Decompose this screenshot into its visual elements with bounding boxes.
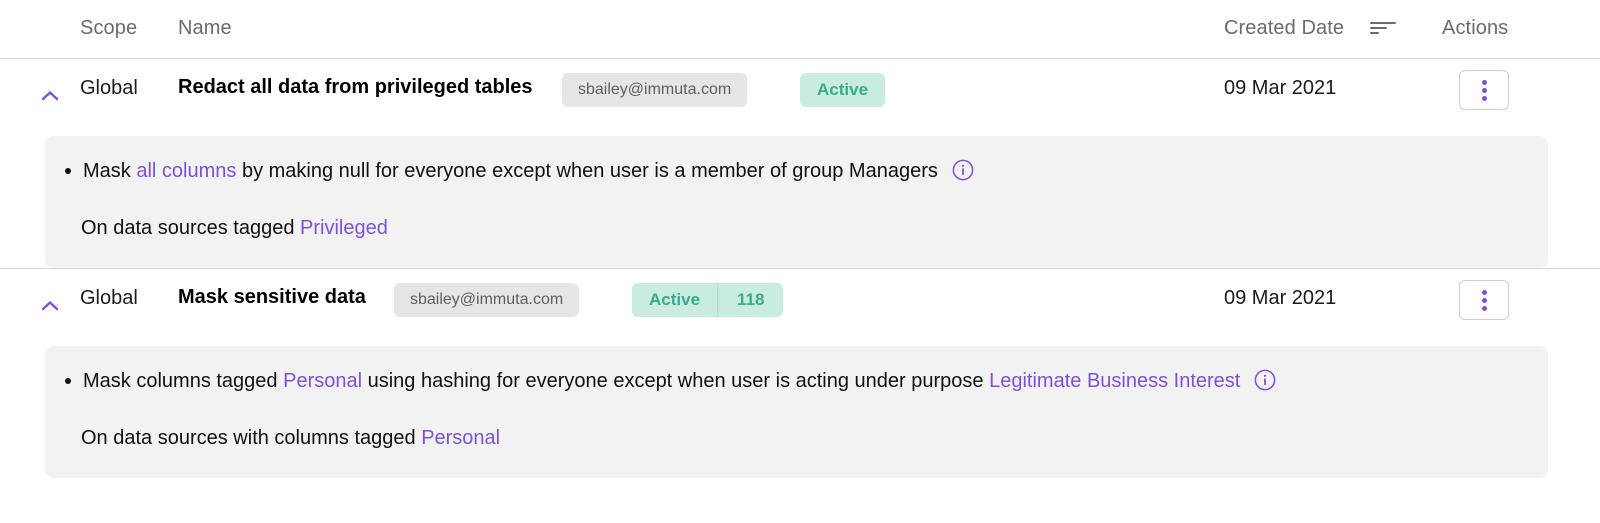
chevron-up-icon[interactable] <box>40 299 60 313</box>
column-header-name: Name <box>178 17 232 39</box>
scope-link-privileged[interactable]: Privileged <box>300 217 388 239</box>
rule-link-all-columns[interactable]: all columns <box>136 160 236 182</box>
policy-detail-panel: Mask all columns by making null for ever… <box>45 136 1548 268</box>
kebab-dot <box>1481 305 1487 311</box>
policy-owner-badge: sbailey@immuta.com <box>394 283 580 317</box>
column-header-actions: Actions <box>1442 17 1509 39</box>
kebab-dot <box>1481 79 1487 85</box>
policy-row-summary: Global Redact all data from privileged t… <box>0 59 1600 136</box>
scope-link-personal[interactable]: Personal <box>421 427 500 449</box>
policy-table: Scope Name Created Date Actions Global R… <box>0 0 1600 523</box>
table-row: Global Redact all data from privileged t… <box>0 59 1600 268</box>
kebab-dot <box>1481 87 1487 93</box>
bullet-icon <box>65 378 71 384</box>
rule-part-2: by making null for everyone except when … <box>236 160 938 182</box>
policy-row-summary: Global Mask sensitive data sbailey@immut… <box>0 269 1600 346</box>
rule-part-1: Mask <box>83 160 137 182</box>
status-badge: Active <box>800 73 886 107</box>
kebab-dot <box>1481 289 1487 295</box>
kebab-menu-icon[interactable] <box>1459 280 1509 320</box>
sort-descending-icon[interactable] <box>1370 22 1396 38</box>
info-circle-icon[interactable] <box>952 159 974 181</box>
table-row: Global Mask sensitive data sbailey@immut… <box>0 268 1600 478</box>
chevron-up-icon[interactable] <box>40 89 60 103</box>
rule-link-personal[interactable]: Personal <box>283 370 362 392</box>
kebab-menu-icon[interactable] <box>1459 70 1509 110</box>
status-badge: Active 118 <box>632 283 784 317</box>
policy-created-date: 09 Mar 2021 <box>1224 287 1337 309</box>
rule-part-2: using hashing for everyone except when u… <box>362 370 990 392</box>
kebab-dot <box>1481 95 1487 101</box>
column-header-scope: Scope <box>80 17 138 39</box>
policy-created-date: 09 Mar 2021 <box>1224 77 1337 99</box>
policy-scope: Global <box>80 77 138 99</box>
status-badge-label: Active <box>649 290 701 309</box>
column-header-created-date: Created Date <box>1224 17 1345 39</box>
policy-name: Mask sensitive data <box>178 286 366 308</box>
bullet-icon <box>65 168 71 174</box>
info-circle-icon[interactable] <box>1254 369 1276 391</box>
policy-rule-text: Mask columns tagged Personal using hashi… <box>45 366 1548 396</box>
rule-link-purpose[interactable]: Legitimate Business Interest <box>989 370 1240 392</box>
policy-scope-text: On data sources with columns tagged Pers… <box>45 424 1548 452</box>
policy-scope: Global <box>80 287 138 309</box>
policy-rule-text: Mask all columns by making null for ever… <box>45 156 1548 186</box>
kebab-dot <box>1481 297 1487 303</box>
policy-owner-badge: sbailey@immuta.com <box>562 73 748 107</box>
status-badge-label: Active <box>817 80 869 99</box>
scope-prefix: On data sources tagged <box>81 217 301 239</box>
policy-scope-text: On data sources tagged Privileged <box>45 214 1548 242</box>
policy-detail-panel: Mask columns tagged Personal using hashi… <box>45 346 1548 478</box>
table-header: Scope Name Created Date Actions <box>0 0 1600 59</box>
scope-prefix: On data sources with columns tagged <box>81 427 422 449</box>
policy-name: Redact all data from privileged tables <box>178 76 533 98</box>
status-badge-count: 118 <box>717 283 783 317</box>
rule-part-1: Mask columns tagged <box>83 370 284 392</box>
